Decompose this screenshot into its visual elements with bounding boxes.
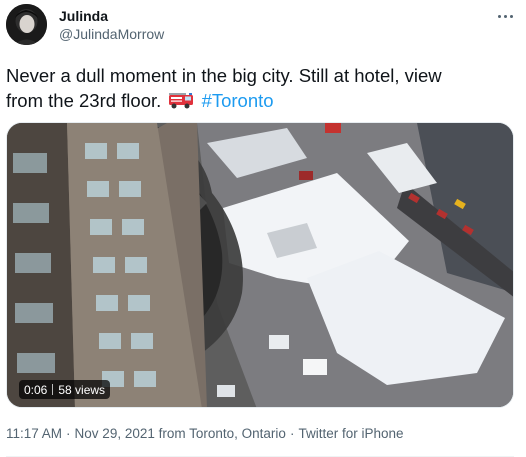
hashtag-link[interactable]: #Toronto (202, 90, 274, 111)
tweet-time[interactable]: 11:17 AM (6, 426, 62, 441)
meta-separator: · (66, 426, 71, 441)
more-options-icon[interactable] (494, 6, 516, 26)
video-player[interactable]: 0:06 58 views (6, 122, 514, 408)
tweet-source[interactable]: Twitter for iPhone (298, 426, 403, 441)
tweet-text-line1: Never a dull moment in the big city. Sti… (6, 65, 442, 86)
meta-separator: · (289, 426, 295, 441)
tweet-location[interactable]: from Toronto, Ontario (159, 426, 286, 441)
video-views: 58 views (58, 382, 106, 397)
tweet: Julinda @JulindaMorrow Never a dull mome… (0, 0, 526, 457)
video-duration: 0:06 (24, 382, 48, 397)
handle[interactable]: @JulindaMorrow (59, 26, 164, 42)
fire-engine-icon (168, 90, 194, 115)
avatar[interactable] (6, 4, 47, 45)
video-thumbnail (7, 123, 513, 407)
tweet-text-line2: from the 23rd floor. (6, 90, 162, 111)
video-duration-badge: 0:06 58 views (19, 380, 111, 399)
tweet-text: Never a dull moment in the big city. Sti… (6, 63, 518, 115)
display-name[interactable]: Julinda (59, 8, 108, 24)
tweet-metadata: 11:17 AM · Nov 29, 2021 from Toronto, Onta… (6, 426, 403, 441)
tweet-date[interactable]: Nov 29, 2021 (75, 426, 155, 441)
